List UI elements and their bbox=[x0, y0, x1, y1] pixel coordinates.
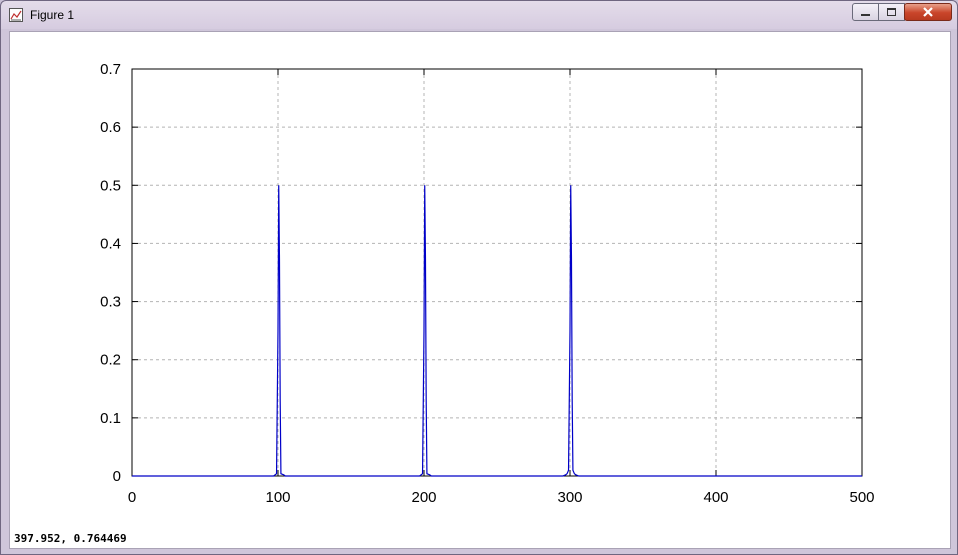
y-tick-label: 0.1 bbox=[100, 410, 121, 427]
close-icon bbox=[923, 7, 933, 17]
y-tick-label: 0.6 bbox=[100, 119, 121, 136]
x-tick-label: 500 bbox=[849, 489, 874, 506]
spectrum-line-series bbox=[132, 185, 862, 477]
minimize-icon bbox=[861, 14, 870, 16]
window-title: Figure 1 bbox=[30, 8, 75, 22]
figure-window: Figure 1 0 100 200 300 400 500 0 0.1 0.2 0.3 0.4 0.… bbox=[0, 0, 958, 555]
minimize-button[interactable] bbox=[852, 3, 879, 21]
x-tick-label: 0 bbox=[128, 489, 136, 506]
figure-plot-icon bbox=[9, 8, 23, 22]
close-button[interactable] bbox=[904, 3, 952, 21]
line-plot: 0 100 200 300 400 500 0 0.1 0.2 0.3 0.4 0.5 0.6 0.7 bbox=[100, 61, 874, 506]
y-tick-label: 0 bbox=[113, 468, 121, 485]
maximize-button[interactable] bbox=[878, 3, 905, 21]
x-tick-label: 300 bbox=[557, 489, 582, 506]
maximize-icon bbox=[887, 8, 896, 16]
cursor-coordinates-readout: 397.952, 0.764469 bbox=[14, 532, 127, 545]
y-tick-label: 0.5 bbox=[100, 177, 121, 194]
figure-canvas[interactable]: 0 100 200 300 400 500 0 0.1 0.2 0.3 0.4 0.5 0.6 0.7 3… bbox=[9, 31, 951, 549]
y-tick-label: 0.7 bbox=[100, 61, 121, 78]
plot-axes-box bbox=[131, 68, 863, 477]
title-bar[interactable]: Figure 1 bbox=[1, 1, 957, 31]
x-tick-label: 400 bbox=[703, 489, 728, 506]
y-tick-label: 0.2 bbox=[100, 352, 121, 369]
y-tick-label: 0.4 bbox=[100, 235, 121, 252]
x-tick-label: 100 bbox=[265, 489, 290, 506]
y-tick-label: 0.3 bbox=[100, 294, 121, 311]
x-tick-label: 200 bbox=[411, 489, 436, 506]
